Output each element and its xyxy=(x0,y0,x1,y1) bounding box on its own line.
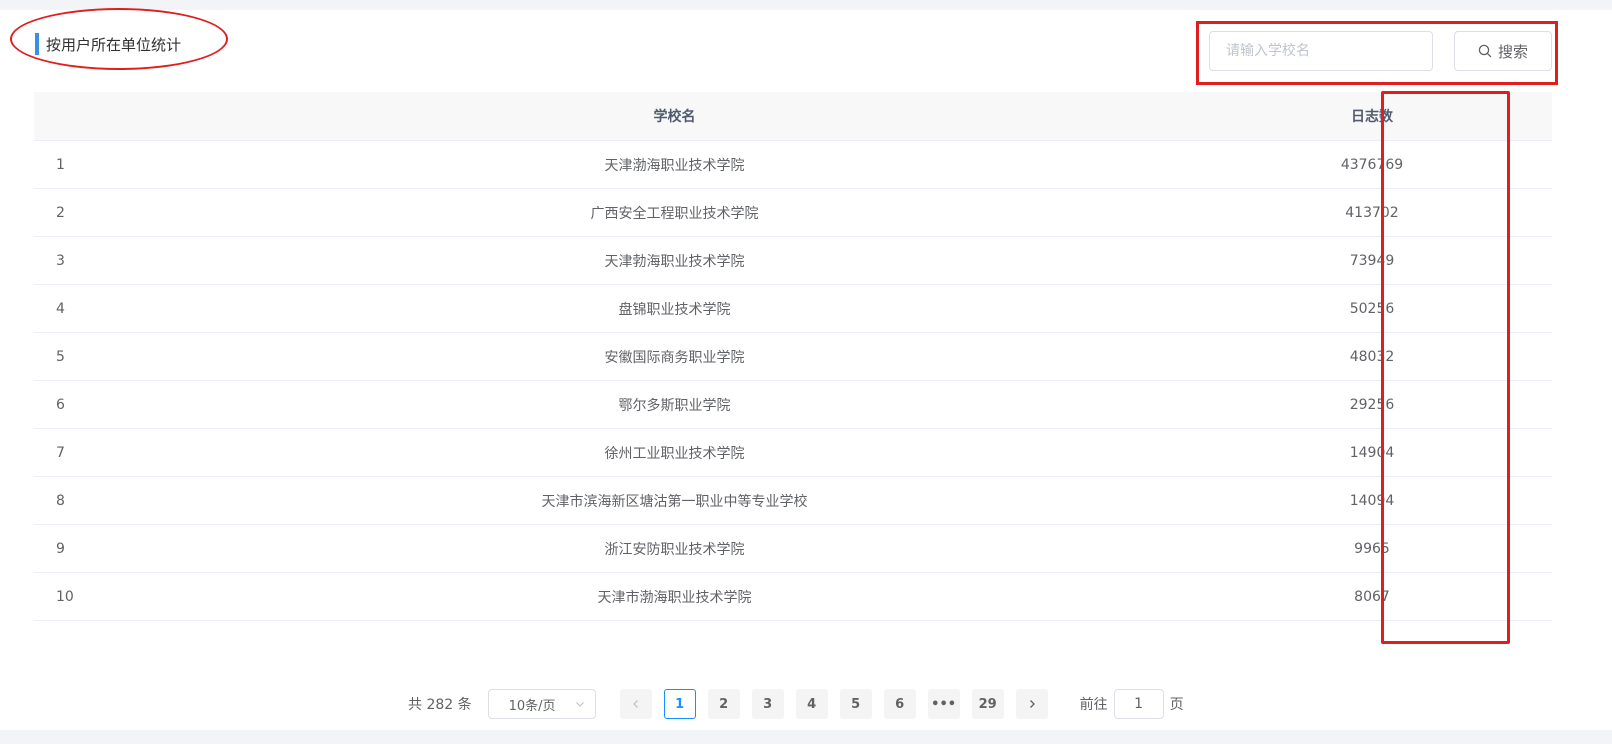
row-school-name: 浙江安防职业技术学院 xyxy=(604,541,745,558)
chevron-right-icon xyxy=(1029,700,1035,708)
row-school-name: 徐州工业职业技术学院 xyxy=(604,445,745,462)
row-school-name: 盘锦职业技术学院 xyxy=(618,301,731,318)
page-number-list: 1 2 3 4 5 6 ••• 29 xyxy=(663,689,1016,719)
goto-prefix: 前往 xyxy=(1079,697,1108,713)
row-school-name: 天津市滨海新区塘沽第一职业中等专业学校 xyxy=(541,493,808,510)
row-school-name: 天津渤海职业技术学院 xyxy=(604,157,745,174)
table-row: 6 鄂尔多斯职业学院 29256 xyxy=(34,381,1552,429)
row-log-count: 50256 xyxy=(1349,300,1395,317)
table-row: 5 安徽国际商务职业学院 48032 xyxy=(34,333,1552,381)
row-log-count: 8067 xyxy=(1354,588,1390,605)
column-header-school-name[interactable]: 学校名 xyxy=(34,106,1243,126)
page-button[interactable]: 2 xyxy=(707,689,740,719)
page-title-text: 按用户所在单位统计 xyxy=(46,35,182,54)
column-header-log-count[interactable]: 日志数 xyxy=(1312,106,1432,126)
page-button[interactable]: 4 xyxy=(795,689,828,719)
chevron-left-icon xyxy=(632,700,638,708)
table-row: 7 徐州工业职业技术学院 14904 xyxy=(34,429,1552,477)
page-title: 按用户所在单位统计 xyxy=(35,33,181,55)
chevron-down-icon xyxy=(575,702,584,707)
row-school-name: 鄂尔多斯职业学院 xyxy=(618,397,731,414)
row-school-name: 天津勃海职业技术学院 xyxy=(604,253,745,270)
row-log-count: 29256 xyxy=(1349,396,1395,413)
search-button[interactable]: 搜索 xyxy=(1454,31,1552,71)
page-size-select[interactable]: 10条/页 xyxy=(487,689,596,719)
table-row: 3 天津勃海职业技术学院 73949 xyxy=(34,237,1552,285)
table-row: 9 浙江安防职业技术学院 9965 xyxy=(34,525,1552,573)
row-log-count: 14904 xyxy=(1349,444,1395,461)
goto-page-input[interactable] xyxy=(1113,689,1164,719)
prev-page-button[interactable] xyxy=(619,689,652,719)
pagination: 共 282 条 10条/页 123456 ••• 29 前往 页 xyxy=(408,689,1184,719)
table-row: 10 天津市渤海职业技术学院 8067 xyxy=(34,573,1552,621)
search-icon xyxy=(1478,44,1492,58)
table-row: 2 广西安全工程职业技术学院 413702 xyxy=(34,189,1552,237)
next-page-button[interactable] xyxy=(1015,689,1048,719)
search-button-label: 搜索 xyxy=(1497,42,1528,61)
table-header: 学校名 日志数 xyxy=(34,92,1552,141)
row-log-count: 48032 xyxy=(1349,348,1395,365)
school-search-input[interactable] xyxy=(1209,31,1433,71)
page-button[interactable]: 1 xyxy=(663,689,696,719)
goto-suffix: 页 xyxy=(1169,697,1184,713)
row-log-count: 14094 xyxy=(1349,492,1395,509)
school-log-table: 学校名 日志数 1 天津渤海职业技术学院 4376769 2 广西安全工程职业技术学院 4… xyxy=(34,92,1552,621)
row-school-name: 广西安全工程职业技术学院 xyxy=(590,205,759,222)
page-button[interactable]: 29 xyxy=(971,689,1004,719)
title-accent-bar xyxy=(35,33,39,55)
goto-page: 前往 页 xyxy=(1080,689,1184,719)
page-ellipsis[interactable]: ••• xyxy=(927,689,960,719)
page-button[interactable]: 6 xyxy=(883,689,916,719)
table-body: 1 天津渤海职业技术学院 4376769 2 广西安全工程职业技术学院 413702 3 天津… xyxy=(34,141,1552,621)
row-log-count: 73949 xyxy=(1349,252,1395,269)
table-row: 1 天津渤海职业技术学院 4376769 xyxy=(34,141,1552,189)
page-size-value: 10条/页 xyxy=(508,698,556,714)
pagination-total: 共 282 条 xyxy=(408,697,472,713)
row-log-count: 4376769 xyxy=(1340,156,1404,173)
page-button[interactable]: 3 xyxy=(751,689,784,719)
row-school-name: 安徽国际商务职业学院 xyxy=(604,349,745,366)
row-log-count: 413702 xyxy=(1345,204,1399,221)
table-row: 4 盘锦职业技术学院 50256 xyxy=(34,285,1552,333)
table-row: 8 天津市滨海新区塘沽第一职业中等专业学校 14094 xyxy=(34,477,1552,525)
page-button[interactable]: 5 xyxy=(839,689,872,719)
row-school-name: 天津市渤海职业技术学院 xyxy=(597,589,752,606)
row-log-count: 9965 xyxy=(1354,540,1390,557)
page-bottom xyxy=(0,730,1612,744)
